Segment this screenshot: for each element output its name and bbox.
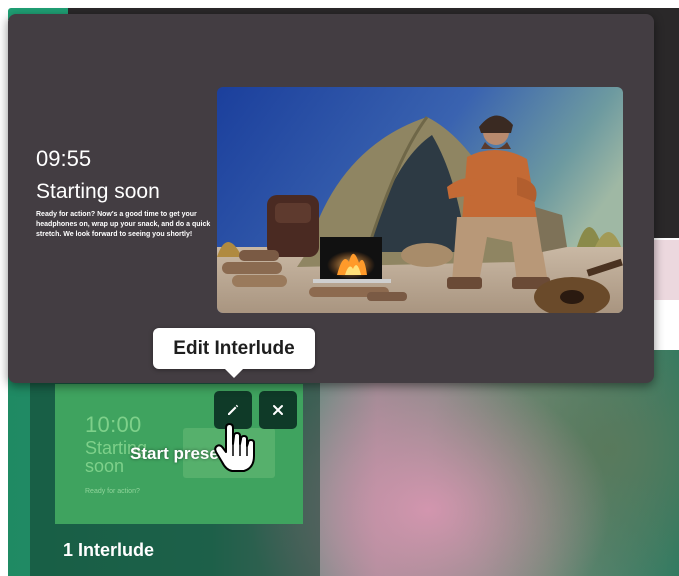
tooltip-label: Edit Interlude — [173, 338, 295, 359]
interlude-count: 1 Interlude — [63, 540, 155, 560]
close-icon — [273, 405, 283, 415]
remove-interlude-button[interactable] — [259, 391, 297, 429]
camping-photo — [217, 87, 623, 313]
preview-timer: 09:55 — [36, 146, 92, 171]
preview-title: Starting soon — [36, 180, 160, 203]
hand-cursor-icon — [214, 423, 255, 472]
edit-interlude-tooltip: Edit Interlude — [153, 328, 315, 369]
interlude-preview: 09:55 Starting soon Ready for action? No… — [8, 14, 654, 383]
pencil-icon — [228, 404, 239, 415]
thumbnail-timer: 10:00 — [85, 412, 142, 437]
background-panel-edge — [654, 240, 679, 300]
preview-message: Ready for action? Now's a good time to g… — [36, 211, 211, 238]
thumbnail-message: Ready for action? — [85, 488, 140, 495]
tooltip-arrow — [224, 368, 244, 378]
